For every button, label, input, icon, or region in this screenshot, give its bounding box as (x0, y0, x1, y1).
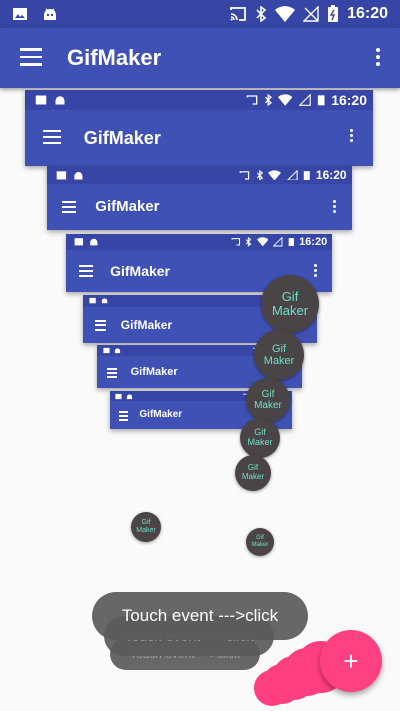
nested-app-title: GifMaker (110, 262, 171, 279)
nested-app-bar: GifMaker (25, 110, 373, 166)
bubble-label: Gif Maker (251, 535, 269, 548)
battery-icon (303, 170, 310, 180)
image-icon (13, 8, 27, 20)
bubble-label: Gif Maker (254, 389, 282, 411)
cast-icon (239, 170, 250, 180)
android-icon (90, 238, 98, 246)
menu-icon (107, 367, 118, 378)
gif-maker-bubble[interactable]: Gif Maker (131, 512, 161, 542)
battery-icon (288, 238, 294, 247)
nested-app-title: GifMaker (95, 198, 160, 216)
gif-maker-bubble[interactable]: Gif Maker (235, 455, 271, 491)
nested-app-title: GifMaker (139, 409, 183, 421)
battery-icon (317, 95, 325, 106)
nested-app-title: GifMaker (130, 365, 178, 378)
nested-frame: 16:20 GifMaker (47, 166, 352, 230)
bluetooth-icon (264, 94, 272, 106)
toast-message: Touch event --->click (92, 592, 308, 640)
bluetooth-icon (256, 169, 263, 181)
bluetooth-icon (246, 237, 252, 247)
bubble-label: Gif Maker (271, 288, 309, 318)
android-icon (127, 393, 133, 399)
fab-add-button[interactable]: + (320, 630, 382, 692)
no-signal-icon (303, 6, 319, 22)
app-title: GifMaker (67, 45, 162, 70)
wifi-icon (256, 237, 269, 247)
nested-app-title: GifMaker (83, 127, 161, 148)
more-vert-icon (332, 199, 336, 213)
nested-app-title: GifMaker (120, 318, 173, 333)
image-icon (89, 298, 96, 304)
cast-icon (230, 7, 246, 21)
wifi-icon (275, 6, 296, 22)
android-icon (101, 298, 107, 304)
android-icon (55, 96, 65, 105)
status-time: 16:20 (347, 5, 388, 22)
no-signal-icon (273, 237, 283, 247)
plus-icon: + (343, 645, 359, 676)
system-icons: 16:20 (229, 0, 388, 28)
bubble-label: Gif Maker (247, 427, 273, 447)
gif-maker-bubble[interactable]: Gif Maker (240, 418, 280, 458)
image-icon (74, 238, 83, 246)
notification-icons (12, 0, 58, 28)
no-signal-icon (298, 94, 311, 106)
status-time: 16:20 (331, 92, 367, 108)
more-vert-icon (314, 264, 318, 278)
menu-icon (79, 265, 93, 277)
bubble-label: Gif Maker (263, 342, 295, 367)
image-icon (56, 170, 67, 180)
nested-frame: 16:20 GifMaker (25, 90, 373, 166)
status-bar: 16:20 (0, 0, 400, 28)
gif-maker-bubble[interactable]: Gif Maker (261, 275, 319, 333)
bubble-label: Gif Maker (136, 519, 156, 534)
cast-icon (246, 95, 258, 105)
battery-icon (328, 5, 339, 22)
bubble-label: Gif Maker (241, 463, 265, 481)
gif-maker-bubble[interactable]: Gif Maker (254, 330, 304, 380)
android-icon (114, 348, 120, 354)
image-icon (115, 393, 122, 399)
status-time: 16:20 (299, 236, 328, 248)
more-vert-icon[interactable] (376, 48, 380, 66)
nested-status-bar: 16:20 (66, 234, 332, 250)
nested-status-bar: 16:20 (47, 166, 352, 184)
wifi-icon (278, 94, 293, 106)
menu-icon (118, 411, 128, 421)
more-vert-icon (350, 129, 354, 143)
menu-icon (61, 200, 77, 213)
image-icon (35, 95, 47, 105)
wifi-icon (268, 169, 282, 181)
android-icon (74, 171, 83, 180)
android-icon (44, 8, 56, 20)
image-icon (102, 347, 110, 354)
nested-app-bar: GifMaker (47, 184, 352, 230)
gif-maker-bubble[interactable]: Gif Maker (246, 378, 290, 422)
menu-icon (94, 319, 107, 331)
bluetooth-icon (256, 6, 267, 22)
nested-status-bar: 16:20 (25, 90, 373, 110)
gif-maker-bubble[interactable]: Gif Maker (246, 528, 274, 556)
no-signal-icon (286, 169, 298, 181)
cast-icon (231, 238, 240, 246)
app-bar: GifMaker (0, 28, 400, 88)
menu-icon[interactable] (20, 48, 42, 66)
menu-icon (42, 130, 61, 144)
status-time: 16:20 (315, 168, 347, 182)
